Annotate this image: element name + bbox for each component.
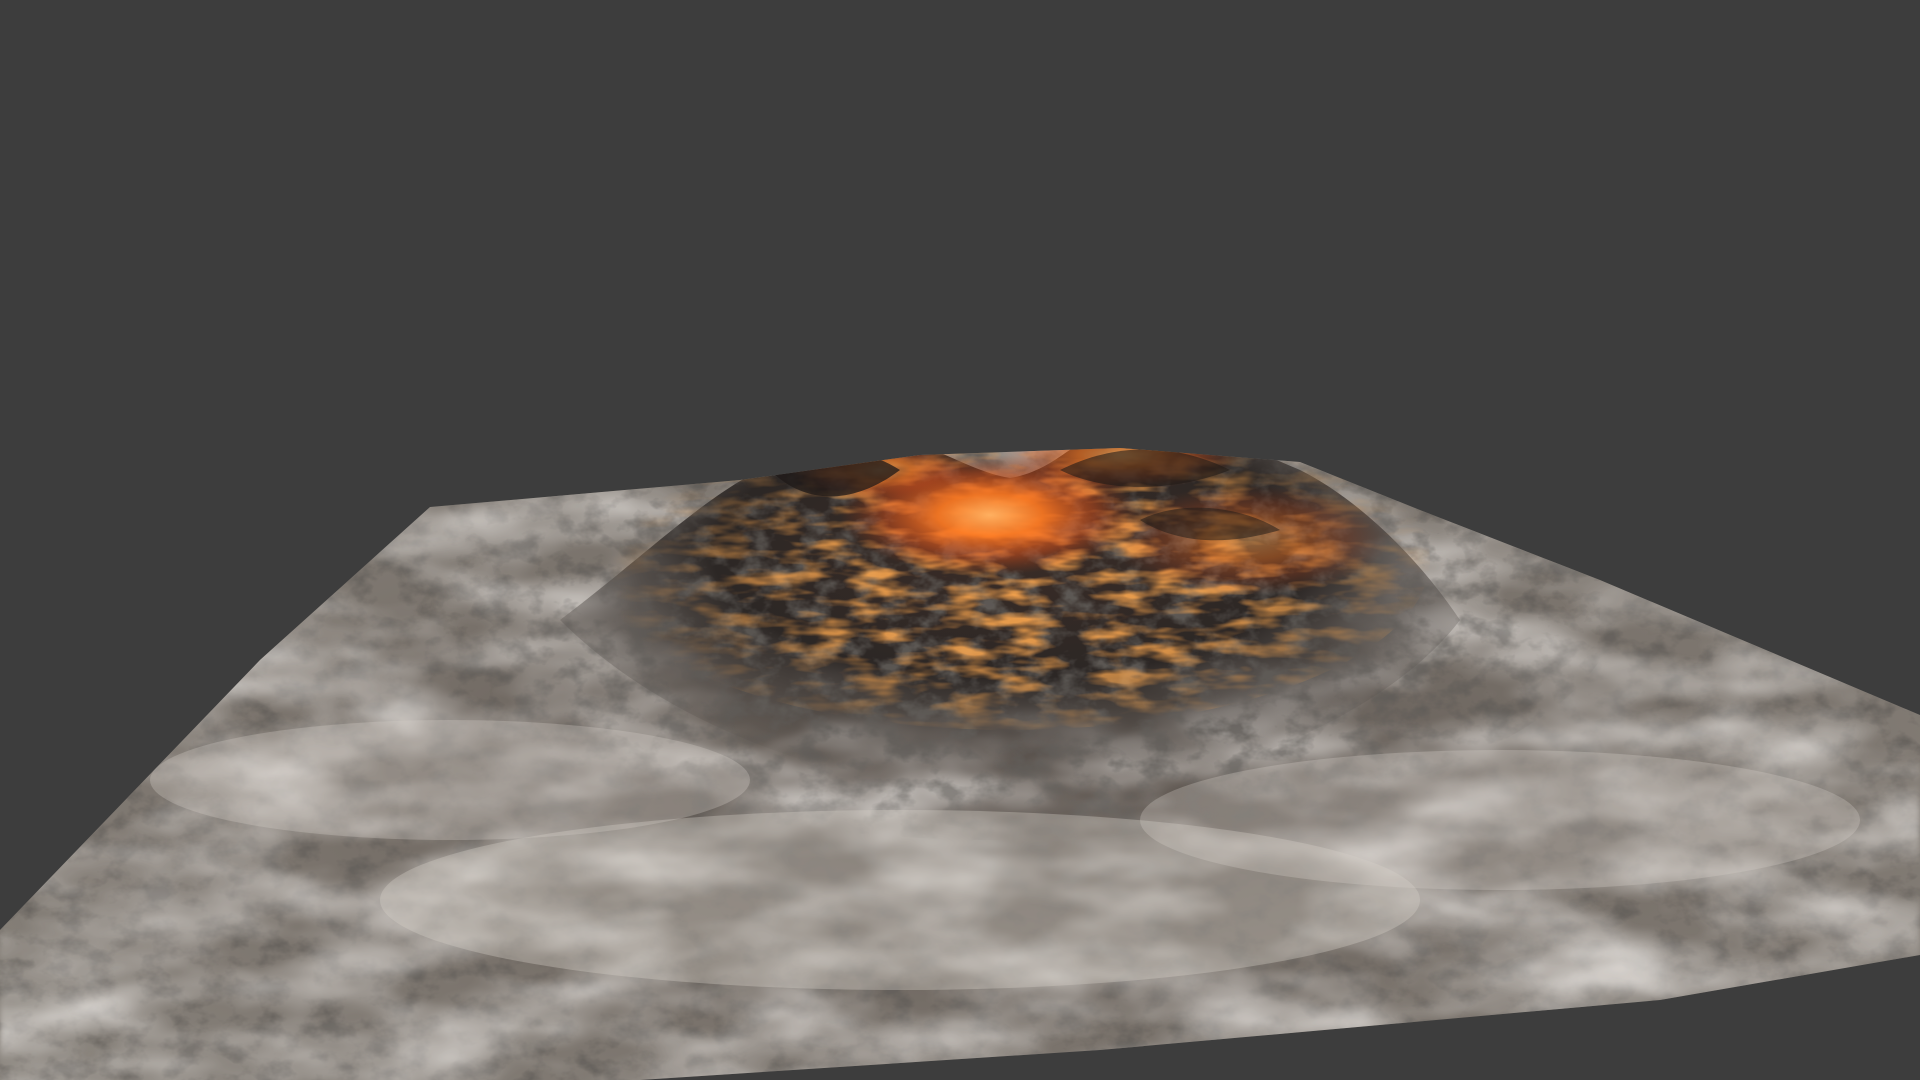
volcano-terrain-render bbox=[0, 0, 1920, 1080]
3d-viewport[interactable] bbox=[0, 0, 1920, 1080]
